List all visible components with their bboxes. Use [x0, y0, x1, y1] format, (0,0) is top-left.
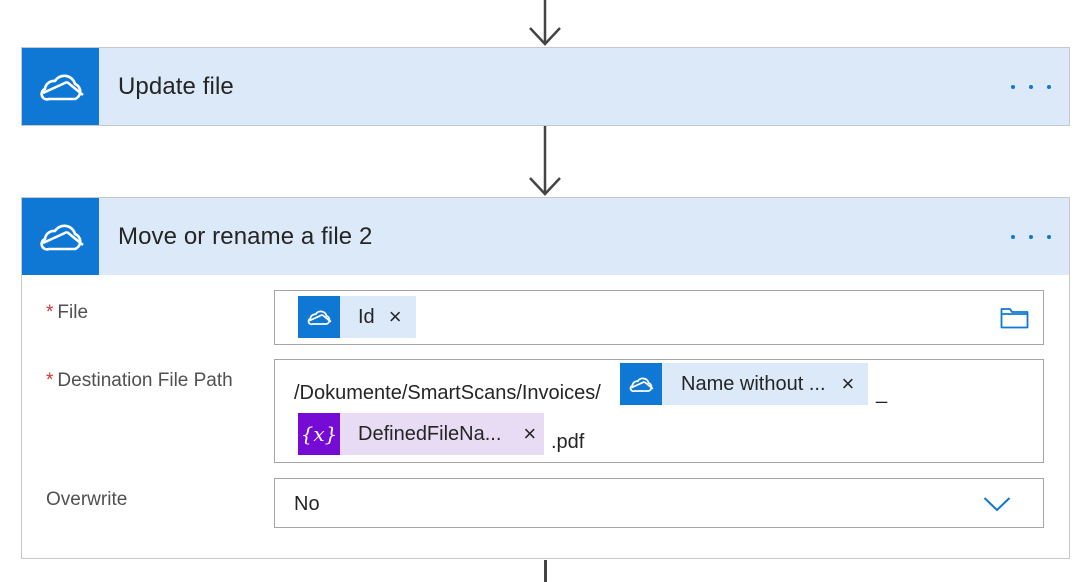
move-rename-body: * File Id × * Destination File Path /Dok…	[22, 275, 1069, 557]
onedrive-cloud-icon	[22, 48, 99, 125]
variable-icon: {x}	[298, 413, 340, 455]
connector-arrow-middle	[525, 126, 565, 197]
dot-icon	[1029, 235, 1033, 239]
more-options-button[interactable]	[1011, 76, 1051, 98]
update-file-card[interactable]: Update file	[21, 47, 1070, 126]
more-options-button[interactable]	[1011, 226, 1051, 248]
card-title: Move or rename a file 2	[118, 222, 373, 250]
dot-icon	[1047, 85, 1051, 89]
dot-icon	[1029, 85, 1033, 89]
flow-canvas: Update file Move or rename a file 2 * Fi…	[0, 0, 1090, 582]
update-file-header[interactable]: Update file	[22, 48, 1069, 125]
separator-text: _	[876, 382, 888, 404]
destination-label: * Destination File Path	[46, 370, 233, 392]
id-token[interactable]: Id ×	[298, 296, 416, 338]
dot-icon	[1047, 235, 1051, 239]
token-label: Name without ...	[681, 372, 826, 395]
onedrive-cloud-icon	[298, 296, 340, 338]
move-rename-card[interactable]: Move or rename a file 2 * File Id × * De…	[21, 197, 1070, 559]
token-label: DefinedFileNa...	[358, 422, 502, 445]
remove-token-button[interactable]: ×	[501, 421, 544, 447]
dot-icon	[1011, 235, 1015, 239]
overwrite-dropdown[interactable]: No	[274, 478, 1044, 528]
file-label-text: File	[57, 302, 89, 323]
overwrite-value: No	[294, 493, 320, 515]
card-title: Update file	[118, 72, 234, 100]
path-prefix-text: /Dokumente/SmartScans/Invoices/	[294, 382, 601, 404]
chevron-down-icon[interactable]	[983, 496, 1011, 517]
token-label: Id	[358, 305, 375, 328]
overwrite-label: Overwrite	[46, 489, 128, 510]
remove-token-button[interactable]: ×	[826, 371, 869, 397]
move-rename-header[interactable]: Move or rename a file 2	[22, 198, 1069, 275]
required-mark: *	[46, 370, 54, 391]
required-mark: *	[46, 302, 54, 323]
destination-path-input[interactable]: /Dokumente/SmartScans/Invoices/ Name wit…	[274, 359, 1044, 463]
remove-token-button[interactable]: ×	[375, 304, 416, 330]
destination-label-text: Destination File Path	[57, 370, 233, 391]
defined-filename-token[interactable]: {x} DefinedFileNa... ×	[298, 413, 545, 455]
connector-line-bottom	[544, 560, 547, 582]
file-input[interactable]: Id ×	[274, 290, 1044, 345]
name-without-extension-token[interactable]: Name without ... ×	[620, 363, 869, 405]
folder-icon[interactable]	[1000, 305, 1029, 334]
path-suffix-text: .pdf	[551, 431, 585, 453]
file-label: * File	[46, 302, 88, 324]
connector-arrow-top	[525, 0, 565, 47]
onedrive-cloud-icon	[620, 363, 662, 405]
dot-icon	[1011, 85, 1015, 89]
onedrive-cloud-icon	[22, 198, 99, 275]
